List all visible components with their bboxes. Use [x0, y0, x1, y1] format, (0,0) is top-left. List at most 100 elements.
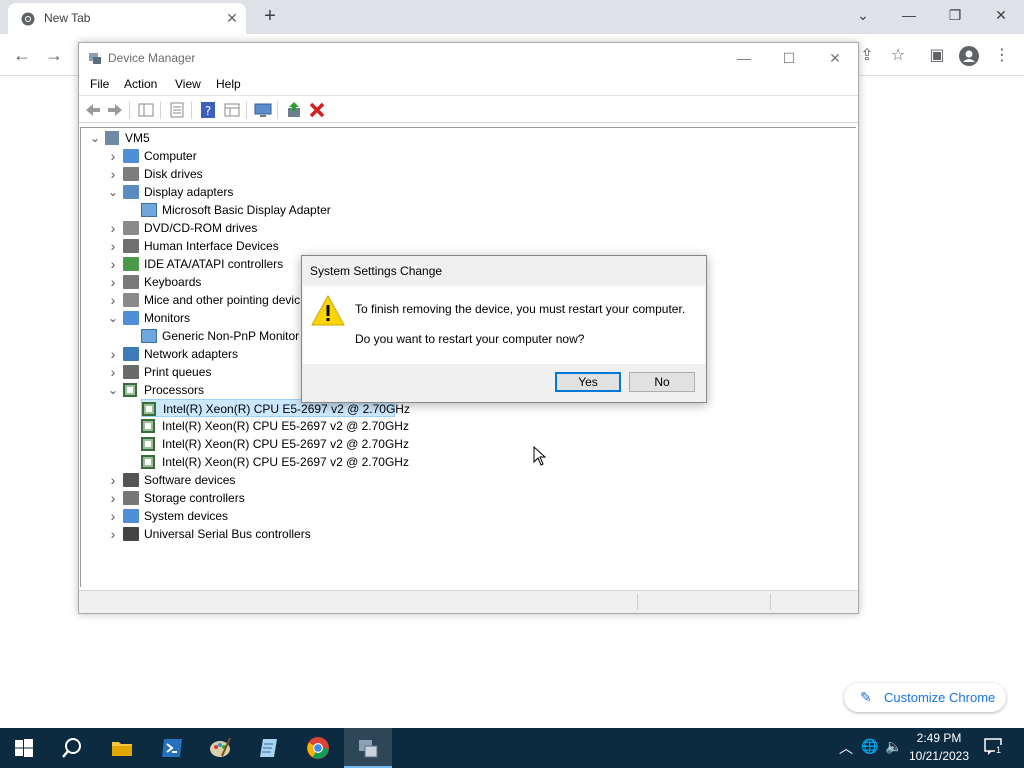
expand-chevron-icon[interactable]: ›: [107, 255, 119, 273]
tab-search-icon[interactable]: ⌄: [851, 5, 875, 25]
tab-close-icon[interactable]: ✕: [224, 10, 240, 26]
dm-maximize-icon[interactable]: ☐: [774, 48, 804, 68]
restore-icon[interactable]: ❐: [943, 5, 967, 25]
taskbar-device-manager[interactable]: [344, 728, 392, 768]
start-button[interactable]: [0, 728, 48, 768]
taskbar-chrome[interactable]: [294, 728, 342, 768]
dm-close-icon[interactable]: ✕: [820, 48, 850, 68]
warning-icon: [311, 295, 345, 326]
tree-category-label: IDE ATA/ATAPI controllers: [144, 257, 284, 271]
chrome-icon: [307, 737, 329, 759]
taskbar-powershell[interactable]: [148, 728, 196, 768]
expand-chevron-icon[interactable]: ›: [107, 363, 119, 381]
window-title: Device Manager: [108, 51, 196, 65]
taskbar-file-explorer[interactable]: [98, 728, 146, 768]
no-button[interactable]: No: [629, 372, 695, 392]
expand-chevron-icon[interactable]: ›: [107, 471, 119, 489]
forward-arrow-icon[interactable]: →: [42, 43, 66, 67]
expand-chevron-icon[interactable]: ›: [107, 165, 119, 183]
profile-avatar-icon[interactable]: [957, 44, 981, 68]
dialog-message-question: Do you want to restart your computer now…: [355, 332, 585, 346]
usb-icon: [123, 527, 139, 541]
tree-category-label: System devices: [144, 509, 229, 523]
toolbar-separator: [246, 101, 247, 119]
taskbar-notepad[interactable]: [245, 728, 293, 768]
dvd-icon: [123, 221, 139, 235]
system-settings-change-dialog: System Settings Change To finish removin…: [301, 255, 707, 403]
tree-category-label: DVD/CD-ROM drives: [144, 221, 258, 235]
tree-category-label: Universal Serial Bus controllers: [144, 527, 311, 541]
cpu-icon: [141, 437, 155, 451]
search-icon: [62, 738, 81, 758]
clock-date[interactable]: 10/21/2023: [904, 749, 974, 763]
volume-muted-icon[interactable]: 🔈: [884, 738, 904, 755]
menu-action[interactable]: Action: [124, 77, 157, 91]
expand-chevron-icon[interactable]: ›: [107, 273, 119, 291]
svg-text:?: ?: [205, 104, 211, 118]
collapse-chevron-icon[interactable]: ⌄: [107, 381, 119, 399]
tree-category-label: Software devices: [144, 473, 236, 487]
collapse-chevron-icon[interactable]: ⌄: [89, 129, 101, 147]
paint-palette-icon: [210, 737, 231, 757]
processor-icon: [123, 383, 137, 397]
taskbar-paint[interactable]: [196, 728, 244, 768]
computer-icon: [123, 149, 139, 163]
chrome-menu-icon[interactable]: ⋮: [990, 44, 1014, 68]
search-button[interactable]: [48, 728, 96, 768]
expand-chevron-icon[interactable]: ›: [107, 291, 119, 309]
expand-chevron-icon[interactable]: ›: [107, 147, 119, 165]
tray-overflow-chevron-icon[interactable]: ︿: [836, 738, 856, 758]
windows-logo-icon: [15, 739, 33, 757]
monitor-device-icon: [141, 329, 157, 343]
dm-minimize-icon[interactable]: —: [729, 48, 759, 68]
clock-time[interactable]: 2:49 PM: [904, 731, 974, 745]
side-panel-icon[interactable]: ▣: [925, 44, 949, 68]
tree-device-label: Intel(R) Xeon(R) CPU E5-2697 v2 @ 2.70GH…: [162, 419, 409, 433]
expand-chevron-icon[interactable]: ›: [107, 507, 119, 525]
ide-icon: [123, 257, 139, 271]
expand-chevron-icon[interactable]: ›: [107, 525, 119, 543]
toolbar-separator: [191, 101, 192, 119]
new-tab-button[interactable]: +: [258, 5, 282, 29]
notification-center-icon[interactable]: 1: [982, 738, 1006, 759]
toolbar-separator: [277, 101, 278, 119]
properties-icon[interactable]: [167, 100, 187, 120]
back-arrow-icon[interactable]: ←: [10, 43, 34, 67]
expand-chevron-icon[interactable]: ›: [107, 237, 119, 255]
tree-category-label: Storage controllers: [144, 491, 245, 505]
notification-count-badge: 1: [995, 745, 1003, 755]
statusbar-separator: [637, 594, 638, 610]
back-icon[interactable]: [83, 100, 103, 120]
close-icon[interactable]: ✕: [989, 5, 1013, 25]
dialog-body: To finish removing the device, you must …: [303, 286, 705, 364]
collapse-chevron-icon[interactable]: ⌄: [107, 183, 119, 201]
tree-root-label: VM5: [125, 131, 150, 145]
help-icon[interactable]: ?: [198, 100, 218, 120]
menu-view[interactable]: View: [175, 77, 201, 91]
bookmark-star-icon[interactable]: ☆: [886, 44, 910, 68]
collapse-chevron-icon[interactable]: ⌄: [107, 309, 119, 327]
expand-chevron-icon[interactable]: ›: [107, 489, 119, 507]
expand-chevron-icon[interactable]: ›: [107, 219, 119, 237]
network-globe-icon[interactable]: 🌐: [860, 738, 880, 755]
display-adapter-icon: [123, 185, 139, 199]
customize-chrome-button[interactable]: ✎ Customize Chrome: [844, 683, 1006, 712]
yes-button[interactable]: Yes: [555, 372, 621, 392]
expand-chevron-icon[interactable]: ›: [107, 345, 119, 363]
software-device-icon: [123, 473, 139, 487]
update-driver-icon[interactable]: [284, 100, 304, 120]
menu-help[interactable]: Help: [216, 77, 241, 91]
toolbar-separator: [129, 101, 130, 119]
minimize-icon[interactable]: —: [897, 5, 921, 25]
show-hide-console-tree-icon[interactable]: [136, 100, 156, 120]
menu-file[interactable]: File: [90, 77, 109, 91]
device-manager-app-icon: [89, 53, 101, 64]
uninstall-device-icon[interactable]: [307, 100, 327, 120]
device-manager-titlebar[interactable]: Device Manager — ☐ ✕: [79, 43, 858, 73]
tab-new-tab[interactable]: New Tab ✕: [8, 3, 246, 34]
action-view-icon[interactable]: [222, 100, 242, 120]
status-bar: [79, 590, 858, 613]
scan-hardware-icon[interactable]: [253, 100, 273, 120]
network-icon: [123, 347, 139, 361]
forward-icon[interactable]: [105, 100, 125, 120]
